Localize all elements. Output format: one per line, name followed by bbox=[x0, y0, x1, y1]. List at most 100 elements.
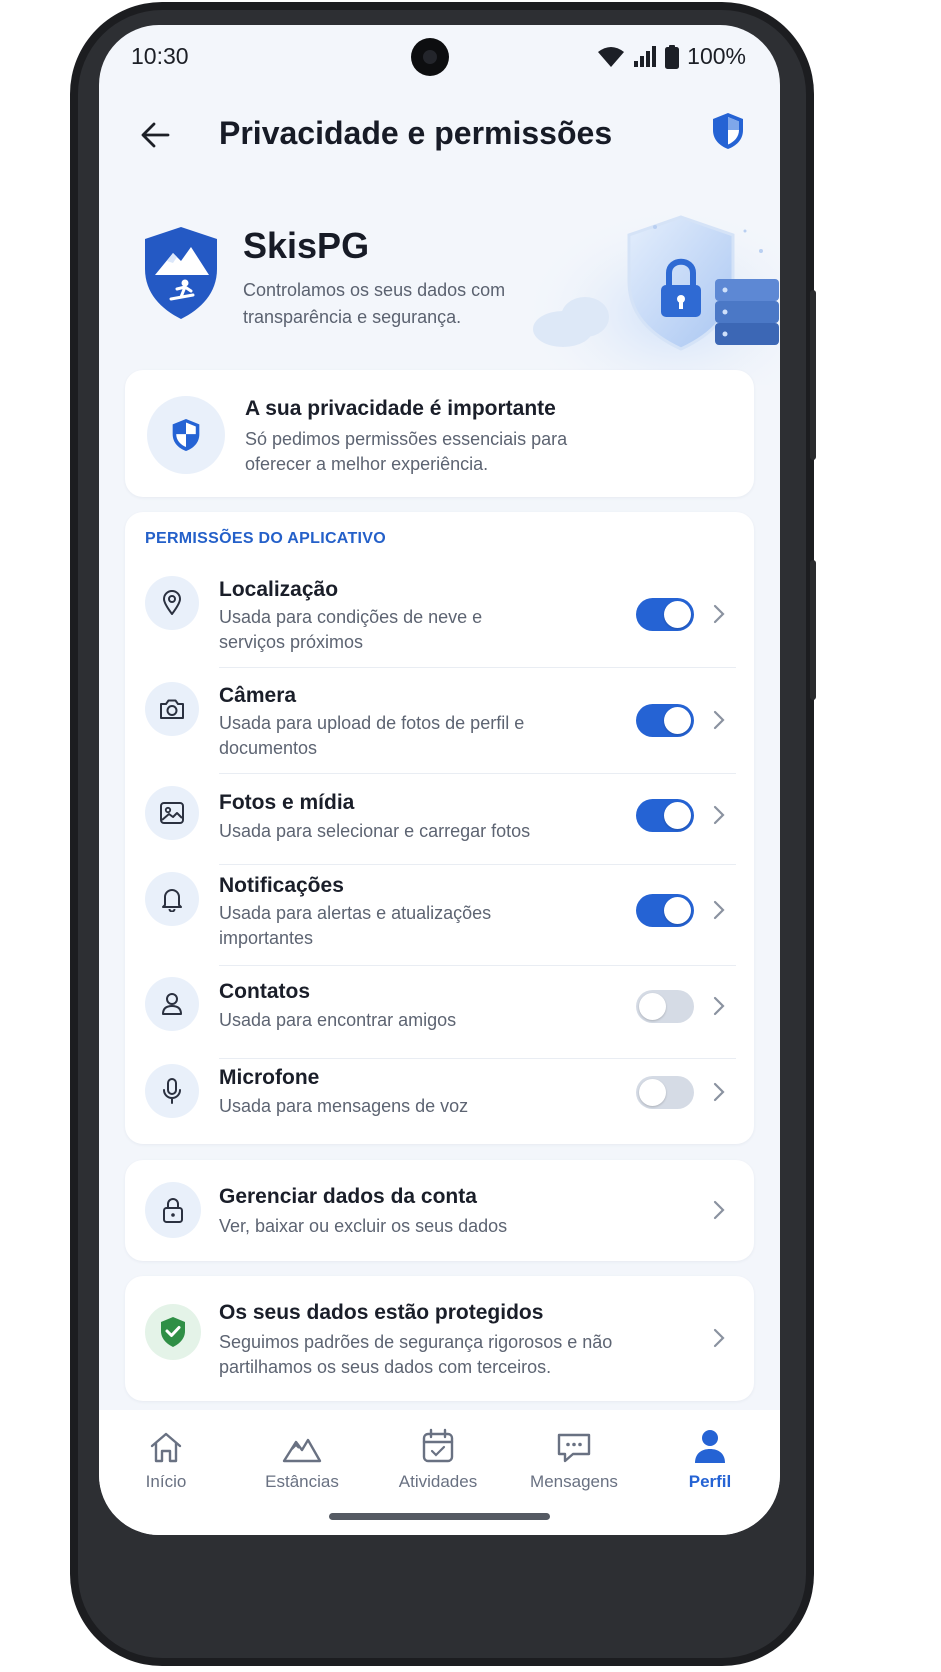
toggle-knob bbox=[664, 897, 691, 924]
battery-percentage: 100% bbox=[687, 43, 746, 69]
manage-account-data-card[interactable]: Gerenciar dados da conta Ver, baixar ou … bbox=[125, 1160, 754, 1261]
toggle-knob bbox=[639, 1079, 666, 1106]
chevron-right-icon[interactable] bbox=[709, 900, 729, 920]
permission-subtitle: Usada para selecionar e carregar fotos bbox=[219, 821, 531, 841]
wifi-icon bbox=[598, 46, 625, 67]
permission-title: Notificações bbox=[219, 874, 344, 897]
app-screen: 10:30 100% Privacidade e permissões Skis… bbox=[99, 25, 780, 1535]
signal-icon bbox=[634, 45, 657, 67]
status-time: 10:30 bbox=[131, 43, 189, 69]
profile-icon bbox=[655, 1424, 765, 1464]
lock-icon bbox=[163, 1198, 183, 1223]
volume-button bbox=[810, 560, 816, 700]
toggle-knob bbox=[664, 707, 691, 734]
front-camera bbox=[411, 38, 449, 76]
protected-title: Os seus dados estão protegidos bbox=[219, 1301, 544, 1324]
chevron-right-icon[interactable] bbox=[709, 1328, 729, 1348]
toggle-knob bbox=[664, 601, 691, 628]
row-divider bbox=[219, 667, 736, 668]
permissions-card: PERMISSÕES DO APLICATIVO Localização Usa… bbox=[125, 512, 754, 1144]
home-icon bbox=[111, 1424, 221, 1464]
permission-row-camera[interactable]: Câmera Usada para upload de fotos de per… bbox=[125, 680, 754, 775]
permission-icon-circle bbox=[145, 872, 199, 926]
nav-item-mensagens[interactable]: Mensagens bbox=[519, 1424, 629, 1492]
back-button[interactable] bbox=[135, 115, 175, 155]
camera-toggle[interactable] bbox=[636, 704, 694, 737]
photos-toggle[interactable] bbox=[636, 799, 694, 832]
nav-item-atividades[interactable]: Atividades bbox=[383, 1424, 493, 1492]
permission-row-microphone[interactable]: Microfone Usada para mensagens de voz bbox=[125, 1064, 754, 1134]
nav-label: Perfil bbox=[688, 1472, 732, 1491]
status-icons: 100% bbox=[597, 43, 746, 70]
nav-item-estancias[interactable]: Estâncias bbox=[247, 1424, 357, 1492]
mountain-icon bbox=[247, 1424, 357, 1464]
data-protected-card[interactable]: Os seus dados estão protegidos Seguimos … bbox=[125, 1276, 754, 1401]
chevron-right-icon[interactable] bbox=[709, 996, 729, 1016]
status-bar: 10:30 100% bbox=[99, 25, 780, 85]
permission-row-location[interactable]: Localização Usada para condições de neve… bbox=[125, 574, 754, 669]
privacy-icon-circle bbox=[147, 396, 225, 474]
location-toggle[interactable] bbox=[636, 598, 694, 631]
power-button bbox=[810, 290, 816, 460]
shield-icon bbox=[172, 419, 200, 451]
permission-row-notifications[interactable]: Notificações Usada para alertas e atuali… bbox=[125, 870, 754, 966]
permission-icon-circle bbox=[145, 977, 199, 1031]
app-hero: SkisPG Controlamos os seus dados com tra… bbox=[99, 205, 780, 385]
permission-icon-circle bbox=[145, 682, 199, 736]
permission-row-photos[interactable]: Fotos e mídia Usada para selecionar e ca… bbox=[125, 786, 754, 866]
battery-icon bbox=[665, 44, 680, 69]
permission-subtitle: Usada para condições de neve e serviços … bbox=[219, 607, 483, 652]
camera-icon bbox=[160, 699, 184, 719]
chevron-right-icon[interactable] bbox=[709, 604, 729, 624]
permission-subtitle: Usada para encontrar amigos bbox=[219, 1010, 457, 1030]
shield-check-icon bbox=[161, 1317, 185, 1347]
chevron-right-icon[interactable] bbox=[709, 710, 729, 730]
header-shield-button[interactable] bbox=[710, 111, 746, 156]
permission-title: Contatos bbox=[219, 980, 310, 1003]
permission-icon-circle bbox=[145, 1064, 199, 1118]
calendar-icon bbox=[383, 1424, 493, 1464]
home-indicator[interactable] bbox=[329, 1513, 550, 1520]
permission-title: Microfone bbox=[219, 1066, 320, 1089]
notifications-toggle[interactable] bbox=[636, 894, 694, 927]
permission-title: Fotos e mídia bbox=[219, 791, 355, 814]
chevron-right-icon[interactable] bbox=[709, 1200, 729, 1220]
top-app-bar: Privacidade e permissões bbox=[99, 105, 780, 165]
permission-icon-circle bbox=[145, 786, 199, 840]
row-divider bbox=[219, 773, 736, 774]
contacts-toggle[interactable] bbox=[636, 990, 694, 1023]
app-description: Controlamos os seus dados com transparên… bbox=[243, 280, 506, 327]
shield-icon bbox=[713, 113, 743, 149]
nav-label: Início bbox=[145, 1472, 187, 1491]
nav-item-perfil[interactable]: Perfil bbox=[655, 1424, 765, 1492]
permission-title: Câmera bbox=[219, 684, 297, 707]
protected-subtitle: Seguimos padrões de segurança rigorosos … bbox=[219, 1332, 613, 1377]
lock-icon-circle bbox=[145, 1182, 201, 1238]
permission-subtitle: Usada para alertas e atualizações import… bbox=[219, 903, 492, 948]
page-title: Privacidade e permissões bbox=[219, 115, 613, 151]
app-name: SkisPG bbox=[243, 225, 370, 266]
row-divider bbox=[219, 965, 736, 966]
bell-icon bbox=[162, 889, 182, 912]
arrow-left-icon bbox=[141, 122, 170, 148]
privacy-card: A sua privacidade é importante Só pedimo… bbox=[125, 370, 754, 497]
person-icon bbox=[162, 993, 182, 1015]
permission-subtitle: Usada para mensagens de voz bbox=[219, 1096, 469, 1116]
chevron-right-icon[interactable] bbox=[709, 1082, 729, 1102]
permission-title: Localização bbox=[219, 578, 339, 601]
microphone-toggle[interactable] bbox=[636, 1076, 694, 1109]
privacy-card-subtitle: Só pedimos permissões essenciais para of… bbox=[245, 429, 568, 474]
toggle-knob bbox=[664, 802, 691, 829]
manage-account-subtitle: Ver, baixar ou excluir os seus dados bbox=[219, 1216, 508, 1236]
nav-label: Estâncias bbox=[265, 1472, 339, 1491]
permission-icon-circle bbox=[145, 576, 199, 630]
nav-item-inicio[interactable]: Início bbox=[111, 1424, 221, 1492]
privacy-card-title: A sua privacidade é importante bbox=[245, 397, 556, 420]
permission-subtitle: Usada para upload de fotos de perfil e d… bbox=[219, 713, 525, 758]
nav-label: Atividades bbox=[398, 1472, 478, 1491]
chevron-right-icon[interactable] bbox=[709, 805, 729, 825]
manage-account-title: Gerenciar dados da conta bbox=[219, 1185, 477, 1208]
security-illustration bbox=[519, 205, 780, 385]
toggle-knob bbox=[639, 993, 666, 1020]
permission-row-contacts[interactable]: Contatos Usada para encontrar amigos bbox=[125, 977, 754, 1059]
